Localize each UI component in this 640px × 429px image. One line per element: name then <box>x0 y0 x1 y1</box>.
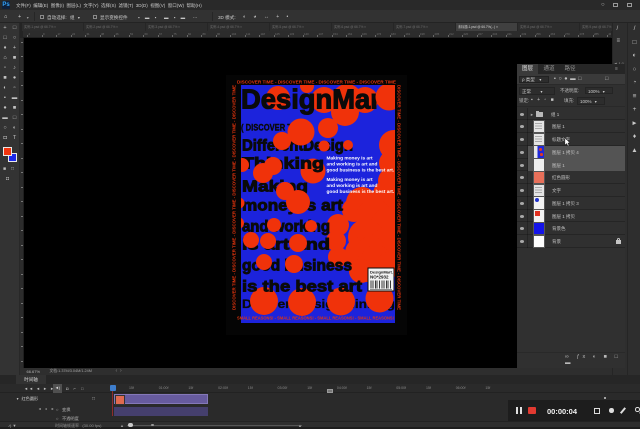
svg-text:is the best art: is the best art <box>242 279 363 296</box>
svg-text:and working is art and: and working is art and <box>327 183 378 189</box>
svg-text:good business is the best art.: good business is the best art. <box>327 189 395 195</box>
svg-text:DISCOVER TIME - DISCOVER TIME: DISCOVER TIME - DISCOVER TIME - DISCOVER… <box>237 80 397 86</box>
svg-text:DISCOVER TIME - DISCOVER TIME: DISCOVER TIME - DISCOVER TIME - DISCOVER… <box>396 85 402 311</box>
svg-text:good business is the best art.: good business is the best art. <box>327 168 395 174</box>
svg-text:DesignMart: DesignMart <box>241 84 390 115</box>
svg-text:and working is art and: and working is art and <box>327 162 378 168</box>
svg-text:Making money is art: Making money is art <box>327 156 374 162</box>
svg-text:SMALL REASONS! - SMALL REASONS: SMALL REASONS! - SMALL REASONS! - SMALL … <box>237 316 394 322</box>
svg-text:DISCOVER TIME - DISCOVER TIME: DISCOVER TIME - DISCOVER TIME - DISCOVER… <box>232 84 238 310</box>
svg-text:Making money is art: Making money is art <box>327 177 374 183</box>
svg-text:NO*2932: NO*2932 <box>370 275 389 280</box>
